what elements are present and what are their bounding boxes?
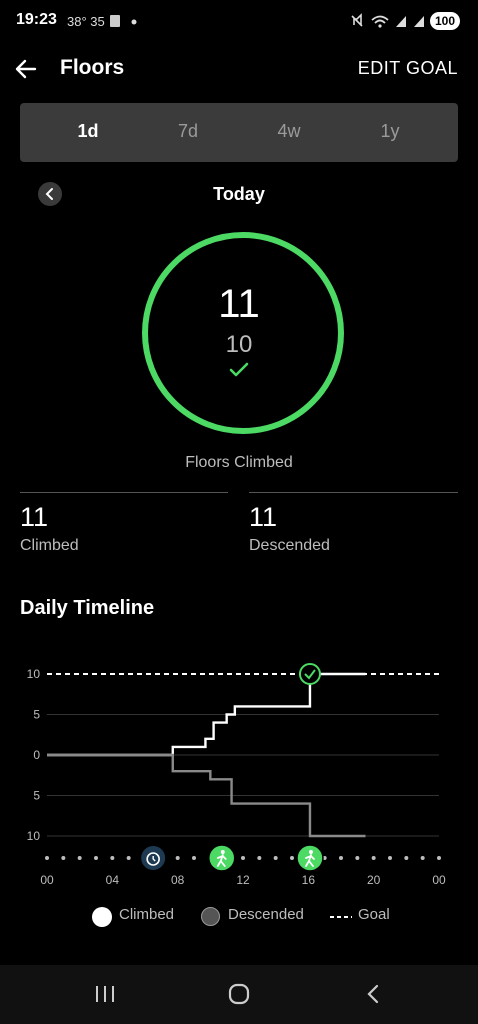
goal-reached-marker bbox=[298, 663, 321, 685]
tab-4w[interactable]: 4w bbox=[259, 121, 319, 142]
x-tick-label: 20 bbox=[367, 873, 381, 887]
tab-1d[interactable]: 1d bbox=[58, 121, 118, 142]
time-axis-dot bbox=[404, 856, 409, 860]
time-axis-dot bbox=[126, 856, 131, 860]
x-tick-label: 04 bbox=[106, 873, 120, 887]
goal-check-icon bbox=[229, 362, 249, 377]
time-axis-dot bbox=[371, 856, 376, 860]
time-axis-dot bbox=[437, 856, 441, 860]
y-tick-label: 5 bbox=[33, 708, 40, 722]
nav-back-icon[interactable] bbox=[363, 983, 383, 1005]
floors-goal: 10 bbox=[225, 331, 253, 358]
edit-goal-button[interactable]: EDIT GOAL bbox=[358, 58, 458, 79]
x-tick-label: 08 bbox=[171, 873, 185, 887]
period-selector: 1d 7d 4w 1y bbox=[20, 103, 458, 162]
notification-icons bbox=[110, 15, 137, 27]
time-axis-dot bbox=[94, 856, 98, 860]
time-axis-dot bbox=[45, 856, 49, 860]
descended-label: Descended bbox=[249, 537, 330, 554]
legend-descended-label: Descended bbox=[228, 906, 304, 923]
time-axis-dot bbox=[355, 856, 360, 860]
status-bar: 19:23 38° 35 100 bbox=[0, 0, 478, 40]
time-axis-dot bbox=[257, 856, 262, 860]
time-axis-dot bbox=[61, 856, 66, 860]
back-arrow-icon[interactable] bbox=[14, 58, 38, 80]
legend-goal-swatch bbox=[330, 916, 352, 918]
descended-value: 11 bbox=[249, 502, 278, 532]
recent-apps-icon[interactable] bbox=[94, 984, 116, 1004]
y-tick-label: 0 bbox=[33, 748, 40, 762]
system-nav-bar bbox=[0, 965, 478, 1024]
walk-icon bbox=[308, 850, 313, 854]
status-time: 19:23 bbox=[16, 11, 57, 28]
y-tick-label: 10 bbox=[27, 829, 41, 843]
date-label: Today bbox=[213, 184, 265, 204]
climbed-label: Climbed bbox=[20, 537, 79, 554]
time-axis-dot bbox=[175, 856, 180, 860]
legend-descended-swatch bbox=[201, 907, 220, 926]
x-tick-label: 16 bbox=[302, 873, 316, 887]
daily-timeline-chart: 10 5 0 5 10 00 04 08 12 16 20 00 bbox=[27, 663, 446, 887]
walk-icon bbox=[220, 850, 225, 854]
time-axis-dot bbox=[192, 856, 196, 860]
x-tick-label: 00 bbox=[432, 873, 446, 887]
time-axis-dot bbox=[388, 856, 392, 860]
y-tick-label: 5 bbox=[33, 789, 40, 803]
time-axis-dot bbox=[110, 856, 115, 860]
legend-goal-label: Goal bbox=[358, 906, 390, 923]
time-axis-dot bbox=[241, 856, 245, 860]
climbed-value: 11 bbox=[20, 502, 49, 532]
tab-1y[interactable]: 1y bbox=[360, 121, 420, 142]
battery-indicator: 100 bbox=[430, 12, 460, 30]
x-tick-label: 12 bbox=[236, 873, 250, 887]
home-icon[interactable] bbox=[227, 982, 251, 1006]
tab-7d[interactable]: 7d bbox=[158, 121, 218, 142]
y-tick-label: 10 bbox=[27, 667, 41, 681]
divider-climbed bbox=[20, 492, 228, 493]
time-axis-dot bbox=[420, 856, 425, 860]
page-title: Floors bbox=[60, 56, 125, 79]
status-temperature: 38° 35 bbox=[67, 14, 105, 29]
floors-value: 11 bbox=[218, 282, 260, 326]
x-tick-label: 00 bbox=[40, 873, 54, 887]
summary-caption: Floors Climbed bbox=[185, 454, 293, 471]
time-axis-dot bbox=[273, 856, 278, 860]
legend-climbed-label: Climbed bbox=[119, 906, 175, 923]
signal-icons bbox=[351, 13, 424, 28]
time-axis-dot bbox=[77, 856, 82, 860]
time-axis-dot bbox=[339, 856, 343, 860]
timeline-title: Daily Timeline bbox=[20, 597, 155, 619]
legend-climbed-swatch bbox=[92, 907, 112, 927]
divider-descended bbox=[249, 492, 458, 493]
time-axis-dot bbox=[290, 856, 294, 860]
